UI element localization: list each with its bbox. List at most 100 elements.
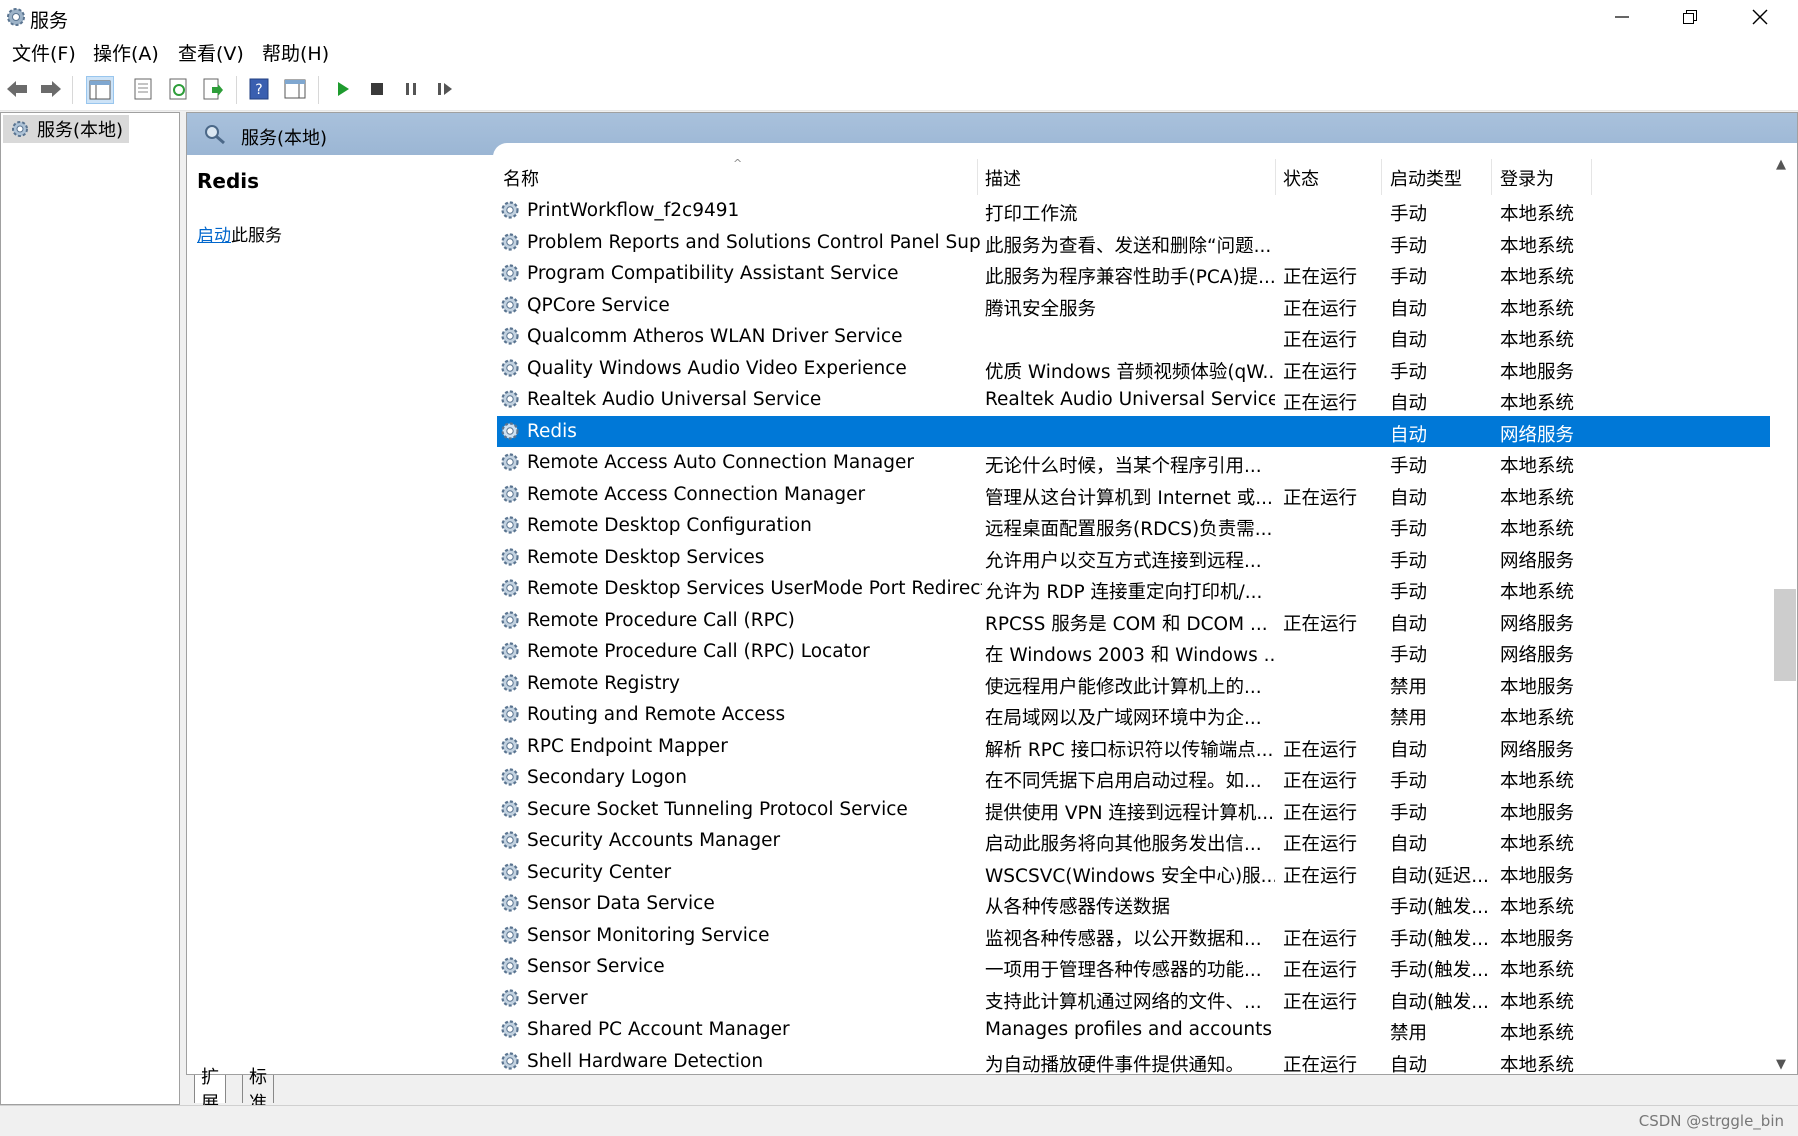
service-description: 打印工作流 [985, 204, 1078, 225]
service-status: 正在运行 [1283, 960, 1358, 981]
service-name: Remote Desktop Configuration [527, 515, 812, 536]
scroll-down-icon[interactable]: ▼ [1776, 1057, 1786, 1072]
restore-icon [1683, 10, 1697, 24]
start-service-button[interactable] [330, 76, 356, 102]
service-startup-type: 手动 [1390, 802, 1428, 824]
service-startup-type: 手动 [1390, 645, 1428, 666]
show-hide-console-tree-button[interactable] [86, 76, 114, 104]
service-gear-icon [501, 736, 519, 755]
service-name: Remote Desktop Services UserMode Port Re… [527, 578, 982, 599]
column-header-row: ^ 名称 描述 状态 启动类型 登录为 [497, 157, 1779, 195]
service-log-on-as: 本地系统 [1500, 487, 1575, 509]
service-row[interactable]: Remote Desktop Services 允许用户以交互方式连接到远程...… [497, 542, 1779, 574]
refresh-button[interactable] [166, 76, 192, 102]
service-row[interactable]: Sensor Service 一项用于管理各种传感器的功能... 正在运行 手动(触发… [497, 951, 1779, 983]
service-row[interactable]: Security Accounts Manager 启动此服务将向其他服务发出信.… [497, 825, 1779, 857]
column-status[interactable]: 状态 [1283, 165, 1319, 191]
restart-service-button[interactable] [432, 76, 458, 102]
selected-service-name: Redis [197, 169, 260, 193]
service-row[interactable]: Remote Desktop Services UserMode Port Re… [497, 573, 1779, 605]
show-hide-action-pane-button[interactable] [282, 76, 308, 102]
service-log-on-as: 本地服务 [1500, 802, 1575, 824]
service-row[interactable]: Quality Windows Audio Video Experience 优质… [497, 353, 1779, 385]
service-log-on-as: 网络服务 [1500, 739, 1575, 761]
service-name: Shell Hardware Detection [527, 1050, 764, 1072]
service-name: Sensor Monitoring Service [527, 924, 770, 946]
play-icon [338, 82, 349, 96]
service-gear-icon [501, 547, 519, 566]
service-description: 此服务为查看、发送和删除“问题... [985, 235, 1272, 257]
search-icon [205, 125, 225, 145]
properties-button[interactable] [130, 76, 156, 102]
menu-view[interactable]: 查看(V) [178, 39, 244, 66]
service-status: 正在运行 [1283, 802, 1358, 824]
menu-action[interactable]: 操作(A) [93, 39, 159, 66]
service-startup-type: 手动 [1390, 550, 1428, 572]
column-log-on-as[interactable]: 登录为 [1500, 165, 1554, 191]
start-service-link[interactable]: 启动 [197, 226, 231, 246]
service-row[interactable]: Program Compatibility Assistant Service 此… [497, 258, 1779, 290]
service-row[interactable]: Sensor Monitoring Service 监视各种传感器，以公开数据和.… [497, 920, 1779, 952]
service-row[interactable]: Routing and Remote Access 在局域网以及广域网环境中为企.… [497, 699, 1779, 731]
back-button[interactable] [4, 76, 30, 102]
service-description: 从各种传感器传送数据 [985, 897, 1171, 918]
service-row[interactable]: QPCore Service 腾讯安全服务 正在运行 自动 本地系统 [497, 290, 1779, 322]
service-row[interactable]: RPC Endpoint Mapper 解析 RPC 接口标识符以传输端点... 正… [497, 731, 1779, 763]
service-row[interactable]: Redis 自动 网络服务 [497, 415, 1779, 447]
minimize-icon [1615, 16, 1629, 18]
scrollbar-thumb[interactable] [1774, 589, 1796, 681]
service-description: 优质 Windows 音频视频体验(qW... [985, 361, 1275, 383]
close-button[interactable] [1728, 0, 1792, 34]
service-name: Secure Socket Tunneling Protocol Service [527, 798, 908, 820]
service-row[interactable]: Remote Procedure Call (RPC) Locator 在 Win… [497, 636, 1779, 668]
menu-file[interactable]: 文件(F) [12, 39, 76, 66]
service-name: Security Center [527, 861, 672, 883]
service-row[interactable]: Shared PC Account Manager Manages profile… [497, 1014, 1779, 1046]
export-list-button[interactable] [200, 76, 226, 102]
service-log-on-as: 本地系统 [1500, 204, 1575, 225]
service-row[interactable]: Remote Procedure Call (RPC) RPCSS 服务是 COM… [497, 605, 1779, 637]
restore-button[interactable] [1658, 0, 1722, 34]
service-row[interactable]: Sensor Data Service 从各种传感器传送数据 手动(触发... 本地系… [497, 888, 1779, 920]
service-startup-type: 手动 [1390, 456, 1428, 477]
menu-help[interactable]: 帮助(H) [262, 39, 329, 66]
tab-extended[interactable]: 扩展 [194, 1067, 226, 1114]
service-row[interactable]: PrintWorkflow_f2c9491 打印工作流 手动 本地系统 [497, 195, 1779, 227]
service-gear-icon [501, 295, 519, 314]
minimize-button[interactable] [1590, 0, 1654, 34]
service-row[interactable]: Security Center WSCSVC(Windows 安全中心)服... 正… [497, 857, 1779, 889]
service-name: Remote Desktop Services [527, 546, 765, 568]
column-description[interactable]: 描述 [985, 165, 1021, 191]
service-status: 正在运行 [1283, 991, 1358, 1013]
extended-description-panel: Redis 启动此服务 [197, 169, 477, 246]
service-row[interactable]: Secondary Logon 在不同凭据下启用启动过程。如... 正在运行 手动 本地… [497, 762, 1779, 794]
vertical-scrollbar[interactable]: ▲ ▼ [1770, 155, 1796, 1074]
tab-standard[interactable]: 标准 [242, 1067, 274, 1114]
service-gear-icon [501, 831, 519, 849]
service-row[interactable]: Problem Reports and Solutions Control Pa… [497, 227, 1779, 259]
service-log-on-as: 本地系统 [1500, 393, 1575, 414]
service-gear-icon [501, 358, 519, 377]
column-name[interactable]: 名称 [503, 165, 539, 191]
column-startup-type[interactable]: 启动类型 [1390, 165, 1462, 191]
service-row[interactable]: Remote Registry 使远程用户能修改此计算机上的... 禁用 本地服务 [497, 668, 1779, 700]
pause-service-button[interactable] [398, 76, 424, 102]
service-status: 正在运行 [1283, 393, 1358, 414]
service-log-on-as: 本地系统 [1500, 960, 1575, 981]
sort-ascending-icon: ^ [733, 157, 743, 170]
service-row[interactable]: Shell Hardware Detection 为自动播放硬件事件提供通知。 正在… [497, 1046, 1779, 1078]
service-row[interactable]: Qualcomm Atheros WLAN Driver Service 正在运行… [497, 321, 1779, 353]
forward-button[interactable] [38, 76, 64, 102]
service-row[interactable]: Remote Desktop Configuration 远程桌面配置服务(RDC… [497, 510, 1779, 542]
stop-service-button[interactable] [364, 76, 390, 102]
service-row[interactable]: Secure Socket Tunneling Protocol Service… [497, 794, 1779, 826]
service-row[interactable]: Server 支持此计算机通过网络的文件、... 正在运行 自动(触发... 本地系统 [497, 983, 1779, 1015]
service-row[interactable]: Remote Access Connection Manager 管理从这台计算机… [497, 479, 1779, 511]
service-row[interactable]: Remote Access Auto Connection Manager 无论什… [497, 447, 1779, 479]
service-log-on-as: 网络服务 [1500, 613, 1575, 635]
service-status: 正在运行 [1283, 865, 1358, 887]
tree-item-services-local[interactable]: 服务(本地) [3, 115, 130, 143]
service-row[interactable]: Realtek Audio Universal Service Realtek A… [497, 384, 1779, 416]
scroll-up-icon[interactable]: ▲ [1776, 157, 1786, 172]
help-button[interactable]: ? [246, 76, 272, 102]
